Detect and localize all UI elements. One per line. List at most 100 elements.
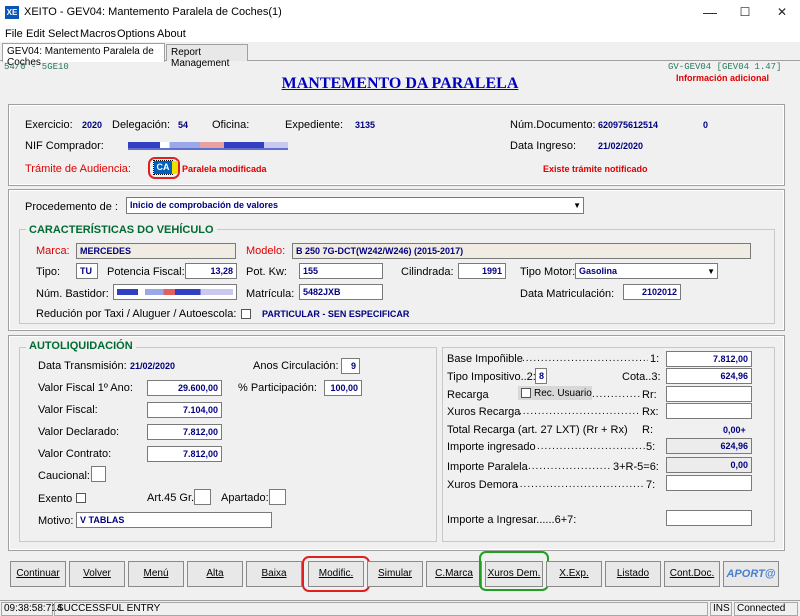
rec-usuario-label: Rec. Usuario [534, 388, 592, 399]
importe-paralela-label: Importe Paralela [447, 461, 528, 473]
data-transmision-label: Data Transmisión: [38, 360, 127, 372]
modelo-field[interactable]: B 250 7G-DCT(W242/W246) (2015-2017) [292, 243, 751, 259]
data-transmision-value: 21/02/2020 [130, 361, 176, 371]
importe-ingresado-field[interactable]: 624,96 [666, 438, 752, 454]
chevron-down-icon[interactable]: ▼ [573, 200, 581, 211]
potkw-label: Pot. Kw: [246, 266, 287, 278]
tab-gev04[interactable]: GEV04: Mantemento Paralela de Coches [2, 43, 165, 68]
recarga-leader: .................... [592, 389, 640, 400]
alta-button[interactable]: Alta [187, 561, 243, 587]
cilindrada-label: Cilindrada: [401, 266, 454, 278]
tramite-code-field[interactable]: CA [153, 160, 173, 175]
participacion-field[interactable]: 100,00 [324, 380, 362, 396]
close-button[interactable]: ✕ [772, 3, 792, 21]
tipo-impositivo-field[interactable]: 8 [535, 368, 547, 384]
importe-paralela-field[interactable]: 0,00 [666, 457, 752, 473]
tipo-motor-value: Gasolina [579, 266, 618, 276]
menu-select[interactable]: Select [48, 28, 79, 40]
modific-button[interactable]: Modific. [308, 561, 364, 587]
xuros-recarga-label: Xuros Recarga [447, 406, 521, 418]
caucional-label: Caucional: [38, 470, 90, 482]
cota-field[interactable]: 624,96 [666, 368, 752, 384]
valor-contrato-field[interactable]: 7.812,00 [147, 446, 222, 462]
importe-paralela-ref: 3+R-5=6: [613, 461, 659, 473]
contdoc-button[interactable]: Cont.Doc. [664, 561, 720, 587]
maximize-button[interactable]: ☐ [735, 3, 755, 21]
chevron-down-icon[interactable]: ▼ [707, 266, 715, 277]
bastidor-label: Núm. Bastidor: [36, 288, 109, 300]
apartado-label: Apartado: [221, 492, 269, 504]
marca-field[interactable]: MERCEDES [76, 243, 236, 259]
art45-label: Art.45 Gr.: [147, 492, 198, 504]
status-message: SUCCESSFUL ENTRY [54, 602, 708, 616]
procedemento-value: Inicio de comprobación de valores [130, 200, 279, 210]
menu-file[interactable]: File [5, 28, 23, 40]
anos-circulacion-field[interactable]: 9 [341, 358, 360, 374]
reducion-checkbox[interactable] [241, 309, 251, 319]
menu-about[interactable]: About [157, 28, 186, 40]
autoliquidacion-section-title: AUTOLIQUIDACIÓN [26, 340, 136, 352]
right-code: GV-GEV04 [GEV04 1.47] [668, 62, 782, 72]
listado-button[interactable]: Listado [605, 561, 661, 587]
oficina-label: Oficina: [212, 119, 250, 131]
motivo-field[interactable]: V TABLAS [76, 512, 272, 528]
xuros-dem-button[interactable]: Xuros Dem. [485, 561, 543, 587]
recarga-field[interactable] [666, 386, 752, 402]
base-leader: ........................................… [522, 353, 648, 364]
xuros-recarga-field[interactable] [666, 403, 752, 419]
procedemento-select[interactable]: Inicio de comprobación de valores ▼ [126, 197, 584, 214]
exento-label: Exento [38, 493, 73, 505]
valor-fiscal-1ano-field[interactable]: 29.600,00 [147, 380, 222, 396]
cilindrada-field[interactable]: 1991 [458, 263, 506, 279]
importe-ingresado-label: Importe ingresado [447, 441, 536, 453]
recarga-label: Recarga [447, 389, 489, 401]
xuros-demora-field[interactable] [666, 475, 752, 491]
aporta-button[interactable]: APORT@ [723, 561, 779, 587]
modelo-label: Modelo: [246, 245, 286, 257]
cmarca-button[interactable]: C.Marca [426, 561, 482, 587]
valor-declarado-field[interactable]: 7.812,00 [147, 424, 222, 440]
valor-fiscal-field[interactable]: 7.104,00 [147, 402, 222, 418]
exercicio-label: Exercicio: [25, 119, 73, 131]
apartado-field[interactable] [269, 489, 286, 505]
data-ingreso-label: Data Ingreso: [510, 140, 577, 152]
tipo-label: Tipo: [36, 266, 61, 278]
menu-options[interactable]: Options [117, 28, 155, 40]
xuros-demora-ref: 7: [646, 479, 656, 491]
menu-macros[interactable]: Macros [80, 28, 116, 40]
xexp-button[interactable]: X.Exp. [546, 561, 602, 587]
importe-ingresar-field[interactable] [666, 510, 752, 526]
simular-button[interactable]: Simular [367, 561, 423, 587]
nif-redacted-line [128, 148, 288, 150]
total-recarga-label: Total Recarga (art. 27 LXT) (Rr + Rx) [447, 424, 628, 436]
xuros-demora-label: Xuros Demora [447, 479, 518, 491]
potencia-field[interactable]: 13,28 [185, 263, 237, 279]
importe-ingresado-leader: ........................................… [537, 441, 645, 452]
xuros-recarga-leader: ........................................… [519, 406, 639, 417]
tipo-motor-select[interactable]: Gasolina ▼ [575, 263, 718, 279]
base-field[interactable]: 7.812,00 [666, 351, 752, 367]
data-matriculacion-field[interactable]: 2102012 [623, 284, 681, 300]
continuar-button[interactable]: Continuar [10, 561, 66, 587]
tipo-field[interactable]: TU [76, 263, 98, 279]
menu-edit[interactable]: Edit [26, 28, 45, 40]
potkw-field[interactable]: 155 [299, 263, 383, 279]
importe-ingresado-ref: 5: [646, 441, 656, 453]
volver-button[interactable]: Volver [69, 561, 125, 587]
numdoc-suffix: 0 [703, 120, 709, 130]
art45-field[interactable] [194, 489, 211, 505]
bastidor-field[interactable] [113, 284, 237, 300]
minimize-button[interactable]: — [700, 3, 720, 21]
valor-declarado-label: Valor Declarado: [38, 426, 120, 438]
tipo-motor-label: Tipo Motor: [520, 266, 576, 278]
caucional-field[interactable] [91, 466, 106, 482]
page-title: MANTEMENTO DA PARALELA [281, 75, 519, 92]
baixa-button[interactable]: Baixa [246, 561, 302, 587]
tab-report-management[interactable]: Report Management [166, 44, 248, 69]
rec-usuario-checkbox[interactable] [521, 388, 531, 398]
menu-button[interactable]: Menú [128, 561, 184, 587]
tramite-indicator [172, 161, 178, 174]
cota-label: Cota..3: [622, 371, 661, 383]
exento-checkbox[interactable] [76, 493, 86, 503]
matricula-field[interactable]: 5482JXB [299, 284, 383, 300]
